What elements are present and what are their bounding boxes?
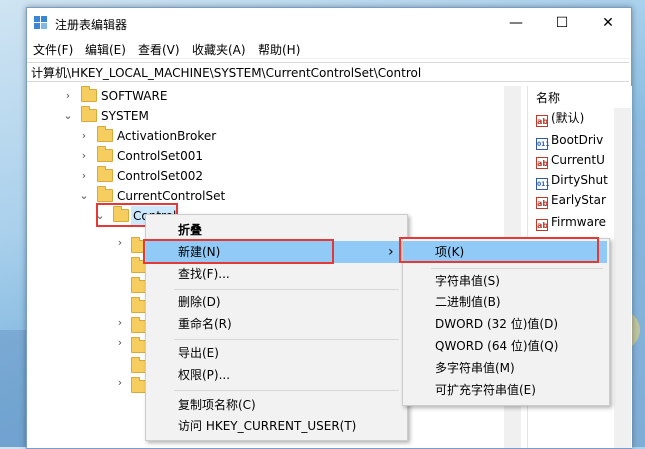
menu-item-export[interactable]: 导出(E) <box>146 342 405 364</box>
tree-item-label: SOFTWARE <box>101 89 168 103</box>
folder-icon <box>97 186 113 202</box>
submenu-arrow-icon: › <box>388 244 394 260</box>
chevron-right-icon[interactable]: › <box>79 126 89 146</box>
binary-value-icon: 011 <box>536 138 550 150</box>
tree-item-label: ControlSet001 <box>117 149 203 163</box>
tree-item-label: ControlSet002 <box>117 169 203 183</box>
submenu-item-qword-value[interactable]: QWORD (64 位)值(Q) <box>403 335 607 357</box>
folder-icon <box>97 166 113 182</box>
chevron-down-icon[interactable]: ⌄ <box>79 186 89 206</box>
chevron-right-icon[interactable]: › <box>115 236 125 256</box>
menu-item-find[interactable]: 查找(F)... <box>146 263 405 285</box>
folder-icon <box>81 86 97 102</box>
menu-separator <box>174 390 399 391</box>
value-name: Firmware <box>551 215 606 229</box>
value-row[interactable]: 011DirtyShut <box>536 170 608 190</box>
value-name: EarlyStar <box>551 193 606 207</box>
tree-item-label: CurrentControlSet <box>117 189 226 203</box>
menu-item-label: QWORD (64 位)值(Q) <box>435 339 559 353</box>
string-value-icon: ab <box>536 197 549 209</box>
chevron-right-icon[interactable]: › <box>115 376 125 396</box>
menu-item-label: 访问 HKEY_CURRENT_USER(T) <box>178 419 357 433</box>
chevron-right-icon[interactable]: › <box>63 86 73 106</box>
menu-item-label: 可扩充字符串值(E) <box>435 383 536 397</box>
submenu-item-multi-string-value[interactable]: 多字符串值(M) <box>403 357 607 379</box>
window-title: 注册表编辑器 <box>55 18 128 32</box>
chevron-right-icon[interactable]: › <box>115 316 125 336</box>
value-name: BootDriv <box>551 133 604 147</box>
menu-file[interactable]: 文件(F) <box>33 41 73 58</box>
folder-icon <box>113 206 129 222</box>
menu-item-label: 权限(P)... <box>178 368 231 382</box>
tree-item-label: ActivationBroker <box>117 129 217 143</box>
minimize-button[interactable]: — <box>493 8 539 38</box>
menu-item-collapse[interactable]: 折叠 <box>146 219 405 241</box>
folder-icon <box>97 126 113 142</box>
menu-view[interactable]: 查看(V) <box>138 41 180 58</box>
menu-item-label: 二进制值(B) <box>435 295 501 309</box>
menu-item-delete[interactable]: 删除(D) <box>146 291 405 313</box>
menu-separator <box>174 339 399 340</box>
submenu-item-binary-value[interactable]: 二进制值(B) <box>403 291 607 313</box>
submenu-item-dword-value[interactable]: DWORD (32 位)值(D) <box>403 313 607 335</box>
value-row[interactable]: ab EarlyStar <box>536 190 606 210</box>
binary-value-icon: 011 <box>536 178 550 190</box>
menu-item-label: 项(K) <box>435 245 465 259</box>
menu-favorites[interactable]: 收藏夹(A) <box>192 41 246 58</box>
menu-bar: 文件(F) 编辑(E) 查看(V) 收藏夹(A) 帮助(H) <box>27 38 631 59</box>
new-submenu: 项(K) 字符串值(S) 二进制值(B) DWORD (32 位)值(D) QW… <box>402 238 610 406</box>
tree-item-label: SYSTEM <box>101 109 149 123</box>
menu-item-label: 新建(N) <box>178 245 221 259</box>
value-row[interactable]: ab Firmware <box>536 212 606 232</box>
submenu-item-expandable-string-value[interactable]: 可扩充字符串值(E) <box>403 379 607 401</box>
menu-item-goto-hkcu[interactable]: 访问 HKEY_CURRENT_USER(T) <box>146 415 405 437</box>
chevron-right-icon[interactable]: › <box>79 166 89 186</box>
address-bar[interactable]: 计算机\HKEY_LOCAL_MACHINE\SYSTEM\CurrentCon… <box>27 62 629 82</box>
values-scrollbar[interactable] <box>614 108 631 448</box>
submenu-item-string-value[interactable]: 字符串值(S) <box>403 270 607 292</box>
chevron-down-icon[interactable]: ⌄ <box>63 106 73 126</box>
menu-item-label: 折叠 <box>178 223 203 237</box>
menu-separator <box>174 289 399 290</box>
value-row[interactable]: ab CurrentU <box>536 150 605 170</box>
context-menu: 折叠 新建(N) › 查找(F)... 删除(D) 重命名(R) 导出(E) 权… <box>145 214 408 441</box>
value-name: (默认) <box>551 111 585 125</box>
string-value-icon: ab <box>536 157 549 169</box>
string-value-icon: ab <box>536 115 549 127</box>
menu-item-label: 字符串值(S) <box>435 274 500 288</box>
menu-help[interactable]: 帮助(H) <box>258 41 300 58</box>
menu-item-permissions[interactable]: 权限(P)... <box>146 364 405 386</box>
chevron-right-icon[interactable]: › <box>79 146 89 166</box>
menu-item-new[interactable]: 新建(N) › <box>146 241 405 263</box>
submenu-item-key[interactable]: 项(K) <box>403 241 607 263</box>
menu-item-label: 多字符串值(M) <box>435 361 515 375</box>
value-name: CurrentU <box>551 153 605 167</box>
registry-editor-icon <box>34 16 47 29</box>
menu-item-label: 重命名(R) <box>178 317 232 331</box>
value-row[interactable]: ab (默认) <box>536 108 584 128</box>
menu-item-label: 删除(D) <box>178 295 221 309</box>
chevron-right-icon[interactable]: › <box>115 336 125 356</box>
value-name: DirtyShut <box>551 173 608 187</box>
folder-icon <box>81 106 97 122</box>
value-row[interactable]: 011BootDriv <box>536 130 603 150</box>
menu-edit[interactable]: 编辑(E) <box>85 41 126 58</box>
title-bar: 注册表编辑器 — ☐ ✕ <box>27 8 631 38</box>
menu-item-label: 查找(F)... <box>178 267 230 281</box>
menu-separator <box>431 268 603 269</box>
menu-item-copy-key-name[interactable]: 复制项名称(C) <box>146 394 405 416</box>
menu-item-label: 复制项名称(C) <box>178 398 256 412</box>
maximize-button[interactable]: ☐ <box>539 8 585 38</box>
string-value-icon: ab <box>536 219 549 231</box>
folder-icon <box>97 146 113 162</box>
menu-item-rename[interactable]: 重命名(R) <box>146 313 405 335</box>
chevron-down-icon[interactable]: ⌄ <box>95 206 105 226</box>
column-header-name[interactable]: 名称 <box>536 89 560 106</box>
menu-item-label: DWORD (32 位)值(D) <box>435 317 558 331</box>
menu-item-label: 导出(E) <box>178 346 219 360</box>
close-button[interactable]: ✕ <box>585 8 631 38</box>
